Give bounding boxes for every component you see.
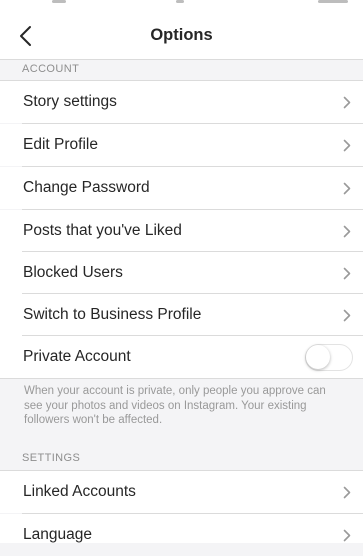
private-account-row: Private Account <box>0 336 363 378</box>
toggle-knob <box>306 345 330 369</box>
change-password-row[interactable]: Change Password <box>0 167 363 209</box>
chevron-right-icon <box>343 486 351 499</box>
chevron-right-icon <box>343 96 351 109</box>
row-label: Story settings <box>23 93 117 110</box>
row-label: Edit Profile <box>23 136 98 153</box>
blocked-users-row[interactable]: Blocked Users <box>0 252 363 294</box>
language-row[interactable]: Language <box>0 514 363 543</box>
account-section-header: ACCOUNT <box>22 63 80 75</box>
row-label: Blocked Users <box>23 264 123 281</box>
private-account-note: When your account is private, only peopl… <box>24 385 326 426</box>
business-profile-row[interactable]: Switch to Business Profile <box>0 294 363 336</box>
page-title: Options <box>150 26 213 44</box>
private-account-toggle[interactable] <box>305 344 353 371</box>
chevron-right-icon <box>343 267 351 280</box>
chevron-right-icon <box>343 529 351 542</box>
chevron-right-icon <box>343 309 351 322</box>
row-label: Linked Accounts <box>23 483 136 500</box>
chevron-right-icon <box>343 225 351 238</box>
chevron-right-icon <box>343 139 351 152</box>
row-label: Private Account <box>23 348 131 365</box>
linked-accounts-row[interactable]: Linked Accounts <box>0 471 363 513</box>
row-label: Language <box>23 526 92 543</box>
edit-profile-row[interactable]: Edit Profile <box>0 124 363 166</box>
story-settings-row[interactable]: Story settings <box>0 81 363 123</box>
row-label: Posts that you've Liked <box>23 222 182 239</box>
settings-section-header: SETTINGS <box>22 452 81 464</box>
liked-posts-row[interactable]: Posts that you've Liked <box>0 210 363 252</box>
status-bar <box>0 0 363 14</box>
chevron-right-icon <box>343 182 351 195</box>
navigation-bar: Options <box>0 0 363 60</box>
row-label: Switch to Business Profile <box>23 306 202 323</box>
section-divider <box>0 378 363 379</box>
row-label: Change Password <box>23 179 150 196</box>
